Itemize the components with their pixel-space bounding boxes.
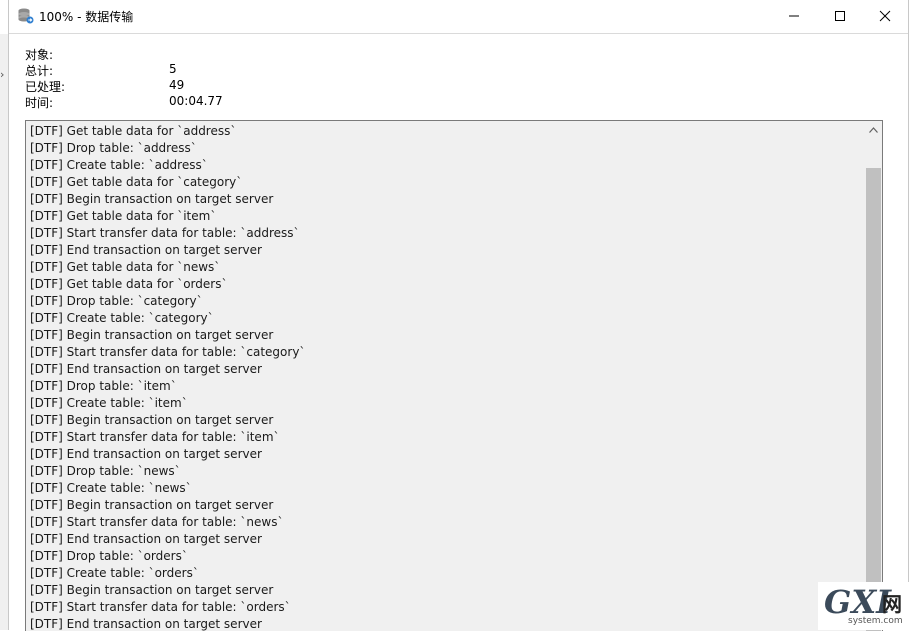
chevron-up-icon xyxy=(869,126,878,133)
log-line: [DTF] Get table data for `category` xyxy=(30,175,243,189)
log-output[interactable]: [DTF] Get table data for `address` [DTF] … xyxy=(25,120,883,631)
stat-label: 对象: xyxy=(25,48,54,62)
watermark-domain: system.com xyxy=(848,616,903,626)
stat-value: 5 xyxy=(169,62,177,76)
log-line: [DTF] End transaction on target server xyxy=(30,362,262,376)
log-scrollbar[interactable] xyxy=(865,121,882,631)
maximize-button[interactable] xyxy=(817,0,863,31)
watermark-net: 网 xyxy=(882,592,902,616)
log-line: [DTF] Start transfer data for table: `ca… xyxy=(30,345,306,359)
log-line: [DTF] Drop table: `orders` xyxy=(30,549,188,563)
log-line: [DTF] Create table: `news` xyxy=(30,481,192,495)
log-line: [DTF] End transaction on target server xyxy=(30,447,262,461)
log-list: [DTF] Get table data for `address` [DTF] … xyxy=(30,123,860,631)
log-line: [DTF] Drop table: `address` xyxy=(30,141,197,155)
log-line: [DTF] Drop table: `item` xyxy=(30,379,177,393)
close-icon xyxy=(879,10,891,21)
stat-value: 49 xyxy=(169,78,185,92)
stat-label: 已处理: xyxy=(25,80,66,94)
stat-value: 00:04.77 xyxy=(169,94,223,108)
log-line: [DTF] Drop table: `news` xyxy=(30,464,181,478)
minimize-button[interactable] xyxy=(771,0,817,31)
log-line: [DTF] Start transfer data for table: `it… xyxy=(30,430,280,444)
log-line: [DTF] End transaction on target server xyxy=(30,617,262,631)
transfer-window: › 100% - 数据传输 对象: 总计: 5 已处理: 49 时间: 00:0… xyxy=(0,0,916,631)
minimize-icon xyxy=(789,15,799,16)
maximize-icon xyxy=(835,10,845,21)
site-watermark: GXI 网 system.com xyxy=(818,582,916,630)
log-line: [DTF] Drop table: `category` xyxy=(30,294,203,308)
log-line: [DTF] End transaction on target server xyxy=(30,243,262,257)
log-line: [DTF] Begin transaction on target server xyxy=(30,192,274,206)
log-line: [DTF] Create table: `item` xyxy=(30,396,188,410)
log-line: [DTF] Create table: `orders` xyxy=(30,566,199,580)
window-title: 100% - 数据传输 xyxy=(39,10,134,24)
title-bar[interactable]: 100% - 数据传输 xyxy=(9,0,908,34)
log-line: [DTF] Create table: `address` xyxy=(30,158,208,172)
dialog-frame: 100% - 数据传输 对象: 总计: 5 已处理: 49 时间: 00:04.… xyxy=(8,0,909,631)
log-line: [DTF] End transaction on target server xyxy=(30,532,262,546)
log-line: [DTF] Begin transaction on target server xyxy=(30,328,274,342)
log-line: [DTF] Get table data for `address` xyxy=(30,124,237,138)
database-transfer-icon xyxy=(18,8,34,24)
chevron-icon: › xyxy=(0,68,5,81)
log-line: [DTF] Get table data for `news` xyxy=(30,260,221,274)
log-line: [DTF] Begin transaction on target server xyxy=(30,583,274,597)
log-line: [DTF] Start transfer data for table: `ad… xyxy=(30,226,300,240)
scroll-thumb[interactable] xyxy=(866,168,881,631)
scroll-up-button[interactable] xyxy=(865,121,882,138)
log-line: [DTF] Start transfer data for table: `or… xyxy=(30,600,291,614)
log-line: [DTF] Start transfer data for table: `ne… xyxy=(30,515,284,529)
close-button[interactable] xyxy=(862,0,908,31)
log-line: [DTF] Get table data for `item` xyxy=(30,209,217,223)
log-line: [DTF] Get table data for `orders` xyxy=(30,277,228,291)
log-line: [DTF] Begin transaction on target server xyxy=(30,413,274,427)
log-line: [DTF] Begin transaction on target server xyxy=(30,498,274,512)
stat-label: 总计: xyxy=(25,64,54,78)
stat-label: 时间: xyxy=(25,96,54,110)
log-line: [DTF] Create table: `category` xyxy=(30,311,214,325)
